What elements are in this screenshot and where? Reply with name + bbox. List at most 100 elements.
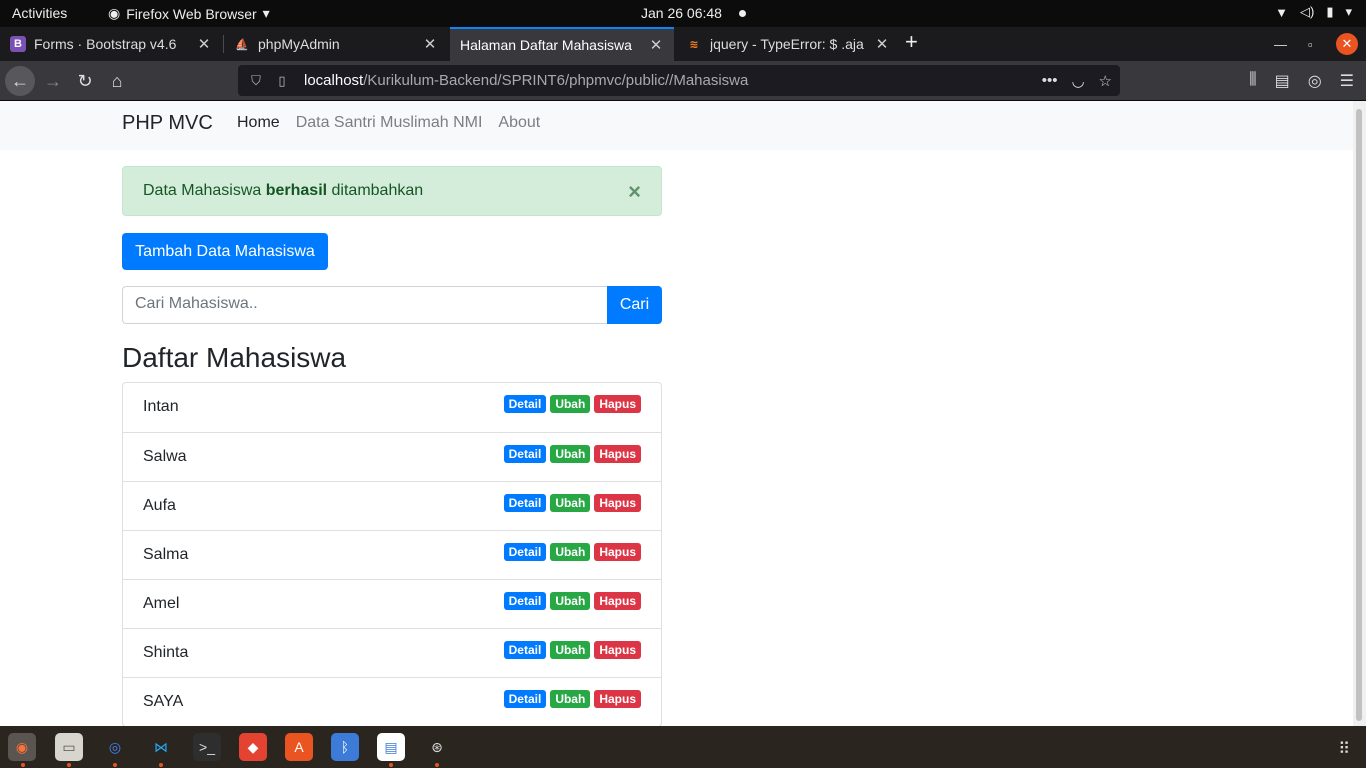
tab-bootstrap-forms[interactable]: B Forms · Bootstrap v4.6 ✕ <box>0 27 222 61</box>
add-student-button[interactable]: Tambah Data Mahasiswa <box>122 233 328 270</box>
vscode-dock-icon[interactable]: ⋈ <box>147 733 175 761</box>
page-scrollbar[interactable] <box>1353 101 1366 726</box>
home-icon[interactable]: ⌂ <box>102 66 132 96</box>
bluetooth-dock-icon[interactable]: ᛒ <box>331 733 359 761</box>
delete-button[interactable]: Hapus <box>594 494 641 512</box>
edit-button[interactable]: Ubah <box>550 494 591 512</box>
student-name: Aufa <box>143 497 176 514</box>
bootstrap-icon: B <box>10 36 26 52</box>
minimize-icon[interactable]: — <box>1274 27 1287 61</box>
navbar-brand[interactable]: PHP MVC <box>122 112 213 135</box>
delete-button[interactable]: Hapus <box>594 395 641 413</box>
url-bar[interactable]: ⛉ ▯ localhost/Kurikulum-Backend/SPRINT6/… <box>238 65 1120 96</box>
show-applications-icon[interactable]: ⠿ <box>1338 739 1350 759</box>
battery-icon: ▮ <box>1326 4 1334 19</box>
detail-button[interactable]: Detail <box>503 494 547 512</box>
new-tab-icon[interactable]: + <box>905 29 918 55</box>
list-item: Salwa Detail Ubah Hapus <box>123 432 661 481</box>
chrome-dock-icon[interactable]: ◎ <box>101 733 129 761</box>
firefox-dock-icon[interactable]: ◉ <box>8 733 36 761</box>
search-button[interactable]: Cari <box>607 286 662 324</box>
anydesk-dock-icon[interactable]: ◆ <box>239 733 267 761</box>
list-item: Intan Detail Ubah Hapus <box>123 383 661 432</box>
close-tab-icon[interactable]: ✕ <box>422 35 438 53</box>
url-path: /Kurikulum-Backend/SPRINT6/phpmvc/public… <box>363 72 749 89</box>
pocket-icon[interactable]: ◡ <box>1071 72 1084 90</box>
detail-button[interactable]: Detail <box>503 395 547 413</box>
nav-link-home[interactable]: Home <box>237 114 280 132</box>
student-name: Shinta <box>143 644 189 661</box>
page-icon[interactable]: ▯ <box>274 73 290 89</box>
detail-button[interactable]: Detail <box>503 543 547 561</box>
tab-phpmyadmin[interactable]: ⛵ phpMyAdmin ✕ <box>224 27 448 61</box>
volume-icon: ◁) <box>1299 4 1315 19</box>
delete-button[interactable]: Hapus <box>594 690 641 708</box>
clock[interactable]: Jan 26 06:48 <box>641 5 722 21</box>
url-text[interactable]: localhost/Kurikulum-Backend/SPRINT6/phpm… <box>304 72 1042 89</box>
tab-strip: B Forms · Bootstrap v4.6 ✕ ⛵ phpMyAdmin … <box>0 27 1366 61</box>
detail-button[interactable]: Detail <box>503 445 547 463</box>
updater-dock-icon[interactable]: ⊛ <box>423 733 451 761</box>
software-center-dock-icon[interactable]: A <box>285 733 313 761</box>
scrollbar-thumb[interactable] <box>1356 109 1362 721</box>
activities-button[interactable]: Activities <box>12 5 67 21</box>
detail-button[interactable]: Detail <box>503 690 547 708</box>
maximize-icon[interactable]: ▫ <box>1308 27 1313 61</box>
notification-dot-icon <box>739 10 746 17</box>
phpmyadmin-icon: ⛵ <box>235 38 249 51</box>
firefox-icon: ◉ <box>108 5 121 21</box>
system-tray[interactable]: ▼ ◁) ▮ ▾ <box>1275 4 1352 20</box>
edit-button[interactable]: Ubah <box>550 395 591 413</box>
back-icon[interactable]: ← <box>5 66 35 96</box>
document-viewer-dock-icon[interactable]: ▤ <box>377 733 405 761</box>
edit-button[interactable]: Ubah <box>550 690 591 708</box>
dock: ◉ ▭ ◎ ⋈ >_ ◆ A ᛒ ▤ ⊛ ⠿ <box>0 726 1366 768</box>
alert-text-suffix: ditambahkan <box>327 182 424 199</box>
power-menu-icon: ▾ <box>1345 4 1352 19</box>
search-input[interactable]: Cari Mahasiswa.. <box>122 286 607 324</box>
close-tab-icon[interactable]: ✕ <box>648 36 664 54</box>
sidebar-icon[interactable]: ▤ <box>1275 71 1290 91</box>
close-alert-icon[interactable]: × <box>628 179 641 205</box>
site-navbar: PHP MVC Home Data Santri Muslimah NMI Ab… <box>0 101 1353 150</box>
menu-icon[interactable]: ☰ <box>1340 71 1354 91</box>
library-icon[interactable]: ⫼ <box>1249 71 1256 91</box>
student-name: SAYA <box>143 693 184 710</box>
app-menu[interactable]: ◉ Firefox Web Browser ▾ <box>108 5 270 22</box>
detail-button[interactable]: Detail <box>503 592 547 610</box>
student-name: Salwa <box>143 448 187 465</box>
terminal-dock-icon[interactable]: >_ <box>193 733 221 761</box>
nav-link-data-santri[interactable]: Data Santri Muslimah NMI <box>296 114 483 132</box>
close-icon: ✕ <box>1336 33 1358 55</box>
close-tab-icon[interactable]: ✕ <box>196 35 212 53</box>
edit-button[interactable]: Ubah <box>550 543 591 561</box>
account-icon[interactable]: ◎ <box>1308 71 1322 91</box>
student-name: Amel <box>143 595 180 612</box>
close-tab-icon[interactable]: ✕ <box>874 35 890 53</box>
list-item: Aufa Detail Ubah Hapus <box>123 481 661 530</box>
files-dock-icon[interactable]: ▭ <box>55 733 83 761</box>
delete-button[interactable]: Hapus <box>594 641 641 659</box>
tab-daftar-mahasiswa[interactable]: Halaman Daftar Mahasiswa ✕ <box>450 27 674 61</box>
shield-icon[interactable]: ⛉ <box>248 73 264 89</box>
page-title: Daftar Mahasiswa <box>122 342 347 373</box>
nav-link-about[interactable]: About <box>498 114 540 132</box>
page-actions-icon[interactable]: ••• <box>1042 72 1058 90</box>
system-top-bar: Activities ◉ Firefox Web Browser ▾ Jan 2… <box>0 0 1366 27</box>
detail-button[interactable]: Detail <box>503 641 547 659</box>
bookmark-star-icon[interactable]: ☆ <box>1099 72 1112 90</box>
edit-button[interactable]: Ubah <box>550 445 591 463</box>
edit-button[interactable]: Ubah <box>550 641 591 659</box>
student-list: Intan Detail Ubah Hapus Salwa Detail Uba… <box>122 382 662 726</box>
edit-button[interactable]: Ubah <box>550 592 591 610</box>
delete-button[interactable]: Hapus <box>594 445 641 463</box>
alert-text-bold: berhasil <box>265 182 328 199</box>
list-item: Shinta Detail Ubah Hapus <box>123 628 661 677</box>
close-window-button[interactable]: ✕ <box>1336 27 1358 61</box>
chevron-down-icon: ▾ <box>262 5 270 21</box>
reload-icon[interactable]: ↻ <box>70 66 100 96</box>
delete-button[interactable]: Hapus <box>594 592 641 610</box>
delete-button[interactable]: Hapus <box>594 543 641 561</box>
tab-jquery-typeerror[interactable]: ≋ jquery - TypeError: $ .aja ✕ <box>676 27 900 61</box>
forward-icon[interactable]: → <box>38 66 68 96</box>
